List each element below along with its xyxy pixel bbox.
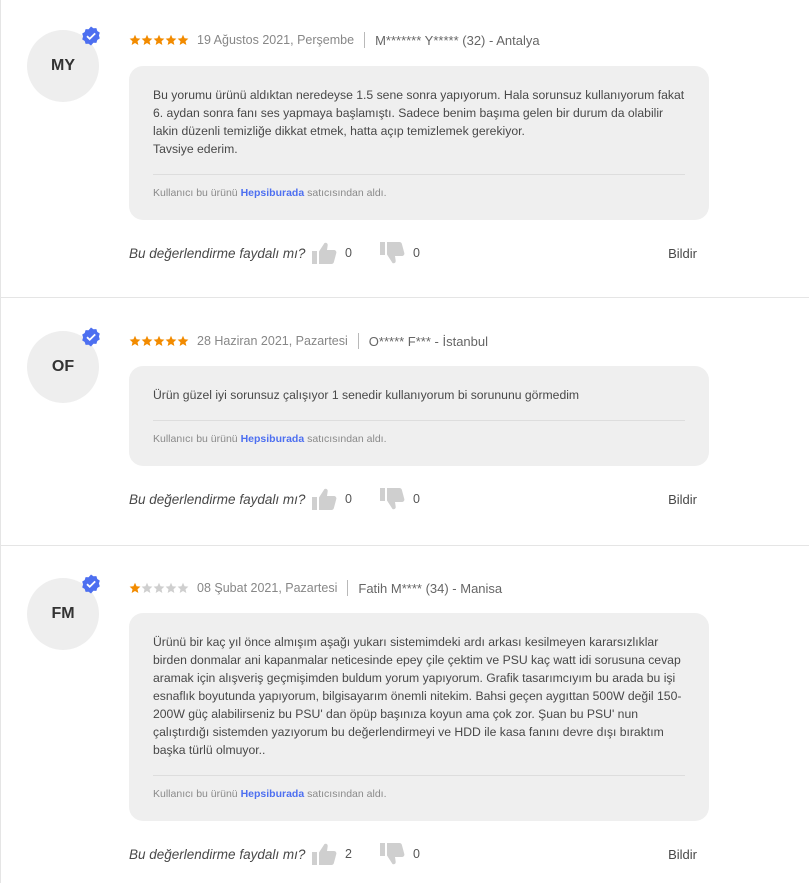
verified-badge-icon bbox=[82, 327, 100, 347]
report-button[interactable]: Bildir bbox=[668, 246, 697, 261]
avatar: FM bbox=[27, 574, 100, 650]
star-filled-icon bbox=[177, 34, 189, 46]
review-text-body: Bu yorumu ürünü aldıktan neredeyse 1.5 s… bbox=[153, 88, 685, 156]
seller-suffix: satıcısından aldı. bbox=[307, 433, 387, 445]
star-empty-icon bbox=[153, 582, 165, 594]
star-empty-icon bbox=[177, 582, 189, 594]
review-card: OF 28 Haziran 2021, Pazartesi O***** F**… bbox=[0, 298, 809, 546]
helpful-row: Bu değerlendirme faydalı mı? 0 0 Bildir bbox=[129, 487, 709, 511]
rating-stars bbox=[129, 34, 189, 46]
review-text-body: Ürünü bir kaç yıl önce almışım aşağı yuk… bbox=[153, 635, 682, 757]
report-button[interactable]: Bildir bbox=[668, 847, 697, 862]
thumb-down-icon bbox=[379, 487, 405, 511]
dislike-button[interactable]: 0 bbox=[379, 241, 420, 265]
seller-info: Kullanıcı bu ürünü Hepsiburada satıcısın… bbox=[153, 175, 685, 199]
thumb-up-icon bbox=[311, 241, 337, 265]
verified-badge-icon bbox=[82, 26, 100, 46]
like-count: 0 bbox=[345, 246, 352, 260]
star-filled-icon bbox=[165, 335, 177, 347]
seller-info: Kullanıcı bu ürünü Hepsiburada satıcısın… bbox=[153, 776, 685, 800]
star-filled-icon bbox=[177, 335, 189, 347]
review-card: FM 08 Şubat 2021, Pazartesi Fatih M**** … bbox=[0, 546, 809, 883]
star-filled-icon bbox=[129, 582, 141, 594]
like-button[interactable]: 2 bbox=[311, 842, 379, 866]
dislike-count: 0 bbox=[413, 847, 420, 861]
review-date: 19 Ağustos 2021, Perşembe bbox=[197, 33, 355, 47]
review-date: 08 Şubat 2021, Pazartesi bbox=[197, 581, 338, 595]
seller-link[interactable]: Hepsiburada bbox=[241, 187, 305, 199]
star-filled-icon bbox=[141, 34, 153, 46]
avatar-initials: OF bbox=[51, 358, 75, 375]
review-meta: 28 Haziran 2021, Pazartesi O***** F*** -… bbox=[129, 332, 488, 350]
avatar-initials: MY bbox=[51, 57, 75, 74]
review-bubble: Bu yorumu ürünü aldıktan neredeyse 1.5 s… bbox=[129, 66, 709, 220]
like-button[interactable]: 0 bbox=[311, 487, 379, 511]
review-text: Ürünü bir kaç yıl önce almışım aşağı yuk… bbox=[153, 633, 685, 759]
review-bubble: Ürünü bir kaç yıl önce almışım aşağı yuk… bbox=[129, 613, 709, 821]
helpful-row: Bu değerlendirme faydalı mı? 2 0 Bildir bbox=[129, 842, 709, 866]
reviewer-name: M******* Y***** (32) - Antalya bbox=[375, 32, 540, 48]
thumb-up-icon bbox=[311, 842, 337, 866]
review-text: Bu yorumu ürünü aldıktan neredeyse 1.5 s… bbox=[153, 86, 685, 158]
review-date: 28 Haziran 2021, Pazartesi bbox=[197, 334, 348, 348]
seller-info: Kullanıcı bu ürünü Hepsiburada satıcısın… bbox=[153, 421, 685, 445]
dislike-button[interactable]: 0 bbox=[379, 842, 420, 866]
seller-suffix: satıcısından aldı. bbox=[307, 187, 387, 199]
review-bubble: Ürün güzel iyi sorunsuz çalışıyor 1 sene… bbox=[129, 366, 709, 466]
avatar-initials: FM bbox=[51, 605, 75, 622]
thumb-up-icon bbox=[311, 487, 337, 511]
star-filled-icon bbox=[129, 335, 141, 347]
verified-badge-icon bbox=[82, 574, 100, 594]
seller-link[interactable]: Hepsiburada bbox=[241, 788, 305, 800]
dislike-count: 0 bbox=[413, 492, 420, 506]
thumb-down-icon bbox=[379, 842, 405, 866]
avatar: OF bbox=[27, 327, 100, 403]
star-empty-icon bbox=[165, 582, 177, 594]
star-empty-icon bbox=[141, 582, 153, 594]
meta-separator bbox=[357, 333, 359, 349]
seller-prefix: Kullanıcı bu ürünü bbox=[153, 433, 238, 445]
dislike-count: 0 bbox=[413, 246, 420, 260]
dislike-button[interactable]: 0 bbox=[379, 487, 420, 511]
star-filled-icon bbox=[153, 335, 165, 347]
reviewer-name: O***** F*** - İstanbul bbox=[368, 333, 489, 349]
seller-prefix: Kullanıcı bu ürünü bbox=[153, 788, 238, 800]
meta-separator bbox=[347, 580, 349, 596]
helpful-question: Bu değerlendirme faydalı mı? bbox=[129, 846, 306, 862]
like-button[interactable]: 0 bbox=[311, 241, 379, 265]
helpful-question: Bu değerlendirme faydalı mı? bbox=[129, 245, 306, 261]
like-count: 0 bbox=[345, 492, 352, 506]
reviewer-name: Fatih M**** (34) - Manisa bbox=[358, 580, 503, 596]
report-button[interactable]: Bildir bbox=[668, 492, 697, 507]
rating-stars bbox=[129, 335, 189, 347]
star-filled-icon bbox=[141, 335, 153, 347]
avatar: MY bbox=[27, 26, 100, 102]
review-card: MY 19 Ağustos 2021, Perşembe M******* Y*… bbox=[0, 0, 809, 298]
review-text-body: Ürün güzel iyi sorunsuz çalışıyor 1 sene… bbox=[153, 388, 580, 402]
helpful-row: Bu değerlendirme faydalı mı? 0 0 Bildir bbox=[129, 241, 709, 265]
star-filled-icon bbox=[153, 34, 165, 46]
rating-stars bbox=[129, 582, 189, 594]
seller-prefix: Kullanıcı bu ürünü bbox=[153, 187, 238, 199]
like-count: 2 bbox=[345, 847, 352, 861]
thumb-down-icon bbox=[379, 241, 405, 265]
meta-separator bbox=[364, 32, 366, 48]
star-filled-icon bbox=[129, 34, 141, 46]
review-meta: 19 Ağustos 2021, Perşembe M******* Y****… bbox=[129, 31, 540, 49]
review-meta: 08 Şubat 2021, Pazartesi Fatih M**** (34… bbox=[129, 579, 502, 597]
review-text: Ürün güzel iyi sorunsuz çalışıyor 1 sene… bbox=[153, 386, 685, 404]
seller-link[interactable]: Hepsiburada bbox=[241, 433, 305, 445]
helpful-question: Bu değerlendirme faydalı mı? bbox=[129, 491, 306, 507]
seller-suffix: satıcısından aldı. bbox=[307, 788, 387, 800]
star-filled-icon bbox=[165, 34, 177, 46]
